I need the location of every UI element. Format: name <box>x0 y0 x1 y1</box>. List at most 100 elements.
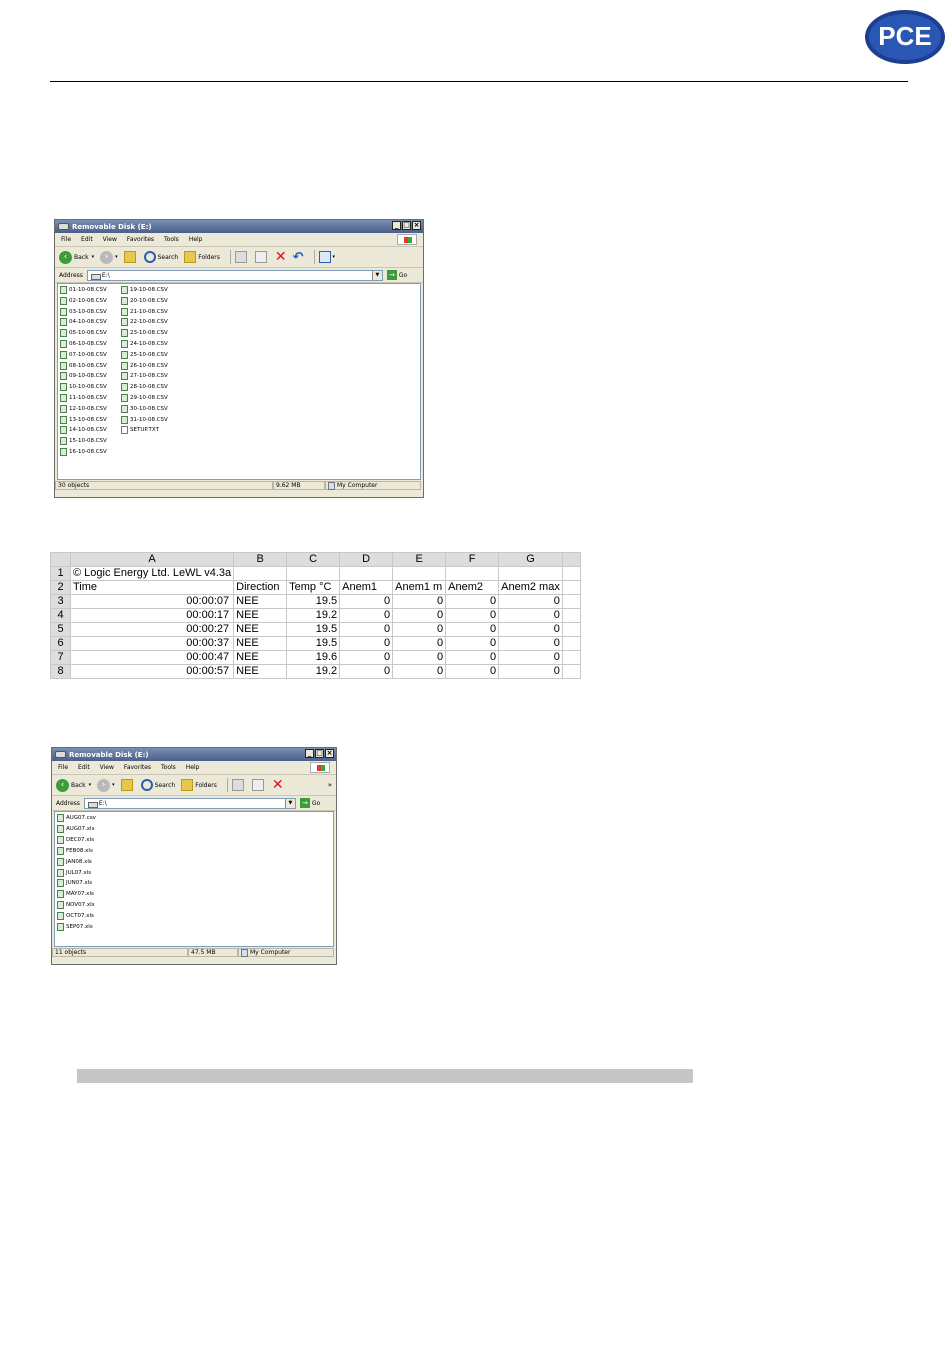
sheet-cell[interactable] <box>286 566 341 581</box>
sheet-cell[interactable] <box>561 650 581 665</box>
sheet-cell[interactable]: 0 <box>445 664 500 679</box>
sheet-cell[interactable]: 0 <box>498 622 563 637</box>
file-item[interactable]: 09-10-08.CSV <box>60 371 107 381</box>
sheet-cell[interactable] <box>445 566 500 581</box>
search-button[interactable]: Search <box>143 251 178 263</box>
search-button[interactable]: Search <box>140 779 175 791</box>
sheet-cell[interactable]: 0 <box>498 650 563 665</box>
sheet-cell[interactable]: 19.5 <box>286 636 341 651</box>
sheet-cell[interactable] <box>561 664 581 679</box>
menu-view[interactable]: View <box>100 764 114 771</box>
folders-button[interactable]: Folders <box>181 779 217 791</box>
menu-view[interactable]: View <box>103 236 117 243</box>
sheet-cell[interactable]: 0 <box>392 636 447 651</box>
sheet-cell[interactable] <box>233 566 288 581</box>
sheet-cell[interactable]: 19.5 <box>286 594 341 609</box>
row-header[interactable]: 2 <box>50 580 71 595</box>
row-header[interactable]: 6 <box>50 636 71 651</box>
minimize-button[interactable]: _ <box>392 221 401 230</box>
file-item[interactable]: JAN08.xls <box>57 857 92 867</box>
sheet-cell[interactable]: NEE <box>233 650 288 665</box>
file-item[interactable]: JUL07.xls <box>57 868 91 878</box>
sheet-cell[interactable] <box>561 594 581 609</box>
file-item[interactable]: MAY07.xls <box>57 889 94 899</box>
close-button[interactable]: × <box>325 749 334 758</box>
file-item[interactable]: 11-10-08.CSV <box>60 393 107 403</box>
views-button[interactable]: ▾ <box>318 251 335 263</box>
file-item[interactable]: 20-10-08.CSV <box>121 296 168 306</box>
sheet-cell[interactable]: Anem2 max <box>498 580 563 595</box>
sheet-cell[interactable]: 0 <box>339 594 394 609</box>
file-item[interactable]: 08-10-08.CSV <box>60 361 107 371</box>
column-header[interactable]: C <box>286 552 341 567</box>
row-header[interactable]: 4 <box>50 608 71 623</box>
file-item[interactable]: 15-10-08.CSV <box>60 436 107 446</box>
file-item[interactable]: JUN07.xls <box>57 878 92 888</box>
file-item[interactable]: 12-10-08.CSV <box>60 404 107 414</box>
sheet-cell[interactable] <box>392 566 447 581</box>
sheet-cell[interactable]: 00:00:37 <box>69 636 235 651</box>
sheet-cell[interactable] <box>561 580 581 595</box>
file-item[interactable]: 13-10-08.CSV <box>60 415 107 425</box>
sheet-cell[interactable]: NEE <box>233 636 288 651</box>
file-item[interactable]: 16-10-08.CSV <box>60 447 107 457</box>
file-item[interactable]: 04-10-08.CSV <box>60 317 107 327</box>
copy-to-button[interactable] <box>251 779 266 791</box>
window-titlebar[interactable]: Removable Disk (E:) _ □ × <box>52 748 336 761</box>
sheet-cell[interactable] <box>561 622 581 637</box>
forward-button[interactable]: › ▾ <box>97 778 115 792</box>
delete-button[interactable]: ✕ <box>272 777 284 793</box>
menu-file[interactable]: File <box>58 764 68 771</box>
file-item[interactable]: 05-10-08.CSV <box>60 328 107 338</box>
sheet-cell[interactable]: 0 <box>445 608 500 623</box>
file-item[interactable]: 01-10-08.CSV <box>60 285 107 295</box>
sheet-cell[interactable]: 0 <box>498 664 563 679</box>
sheet-cell[interactable]: NEE <box>233 622 288 637</box>
file-item[interactable]: AUG07.csv <box>57 813 96 823</box>
column-header[interactable]: G <box>498 552 563 567</box>
sheet-cell[interactable]: 0 <box>339 664 394 679</box>
sheet-cell[interactable]: 0 <box>392 650 447 665</box>
sheet-cell[interactable]: Time <box>69 580 235 595</box>
sheet-cell[interactable]: Anem2 <box>445 580 500 595</box>
address-dropdown-icon[interactable]: ▼ <box>371 270 382 280</box>
minimize-button[interactable]: _ <box>305 749 314 758</box>
file-item[interactable]: FEB08.xls <box>57 846 93 856</box>
sheet-cell[interactable]: 0 <box>498 636 563 651</box>
sheet-cell[interactable] <box>498 566 563 581</box>
column-header[interactable]: E <box>392 552 447 567</box>
sheet-cell[interactable]: 0 <box>445 594 500 609</box>
sheet-cell[interactable]: 0 <box>392 608 447 623</box>
column-header-overflow[interactable] <box>561 552 581 567</box>
row-header[interactable]: 8 <box>50 664 71 679</box>
file-item[interactable]: 06-10-08.CSV <box>60 339 107 349</box>
menu-edit[interactable]: Edit <box>78 764 90 771</box>
go-button[interactable]: → Go <box>299 798 320 808</box>
row-header[interactable]: 1 <box>50 566 71 581</box>
file-item[interactable]: 22-10-08.CSV <box>121 317 168 327</box>
toolbar-overflow-icon[interactable]: » <box>328 781 332 789</box>
row-header[interactable]: 5 <box>50 622 71 637</box>
sheet-cell[interactable]: 0 <box>445 622 500 637</box>
column-header[interactable]: F <box>445 552 500 567</box>
file-item[interactable]: 07-10-08.CSV <box>60 350 107 360</box>
file-item[interactable]: 27-10-08.CSV <box>121 371 168 381</box>
file-item[interactable]: 24-10-08.CSV <box>121 339 168 349</box>
file-item[interactable]: AUG07.xls <box>57 824 94 834</box>
column-header[interactable]: D <box>339 552 394 567</box>
menu-help[interactable]: Help <box>189 236 203 243</box>
file-item[interactable]: 10-10-08.CSV <box>60 382 107 392</box>
file-item[interactable]: SETUP.TXT <box>121 425 159 435</box>
file-item[interactable]: 29-10-08.CSV <box>121 393 168 403</box>
file-item[interactable]: 14-10-08.CSV <box>60 425 107 435</box>
sheet-cell[interactable]: NEE <box>233 664 288 679</box>
file-item[interactable]: 28-10-08.CSV <box>121 382 168 392</box>
column-header[interactable]: A <box>69 552 235 567</box>
sheet-cell[interactable]: 00:00:57 <box>69 664 235 679</box>
sheet-cell[interactable]: 0 <box>445 650 500 665</box>
window-titlebar[interactable]: Removable Disk (E:) _ □ × <box>55 220 423 233</box>
file-item[interactable]: 19-10-08.CSV <box>121 285 168 295</box>
sheet-cell[interactable]: 0 <box>392 622 447 637</box>
sheet-cell[interactable]: 00:00:17 <box>69 608 235 623</box>
file-item[interactable]: 26-10-08.CSV <box>121 361 168 371</box>
